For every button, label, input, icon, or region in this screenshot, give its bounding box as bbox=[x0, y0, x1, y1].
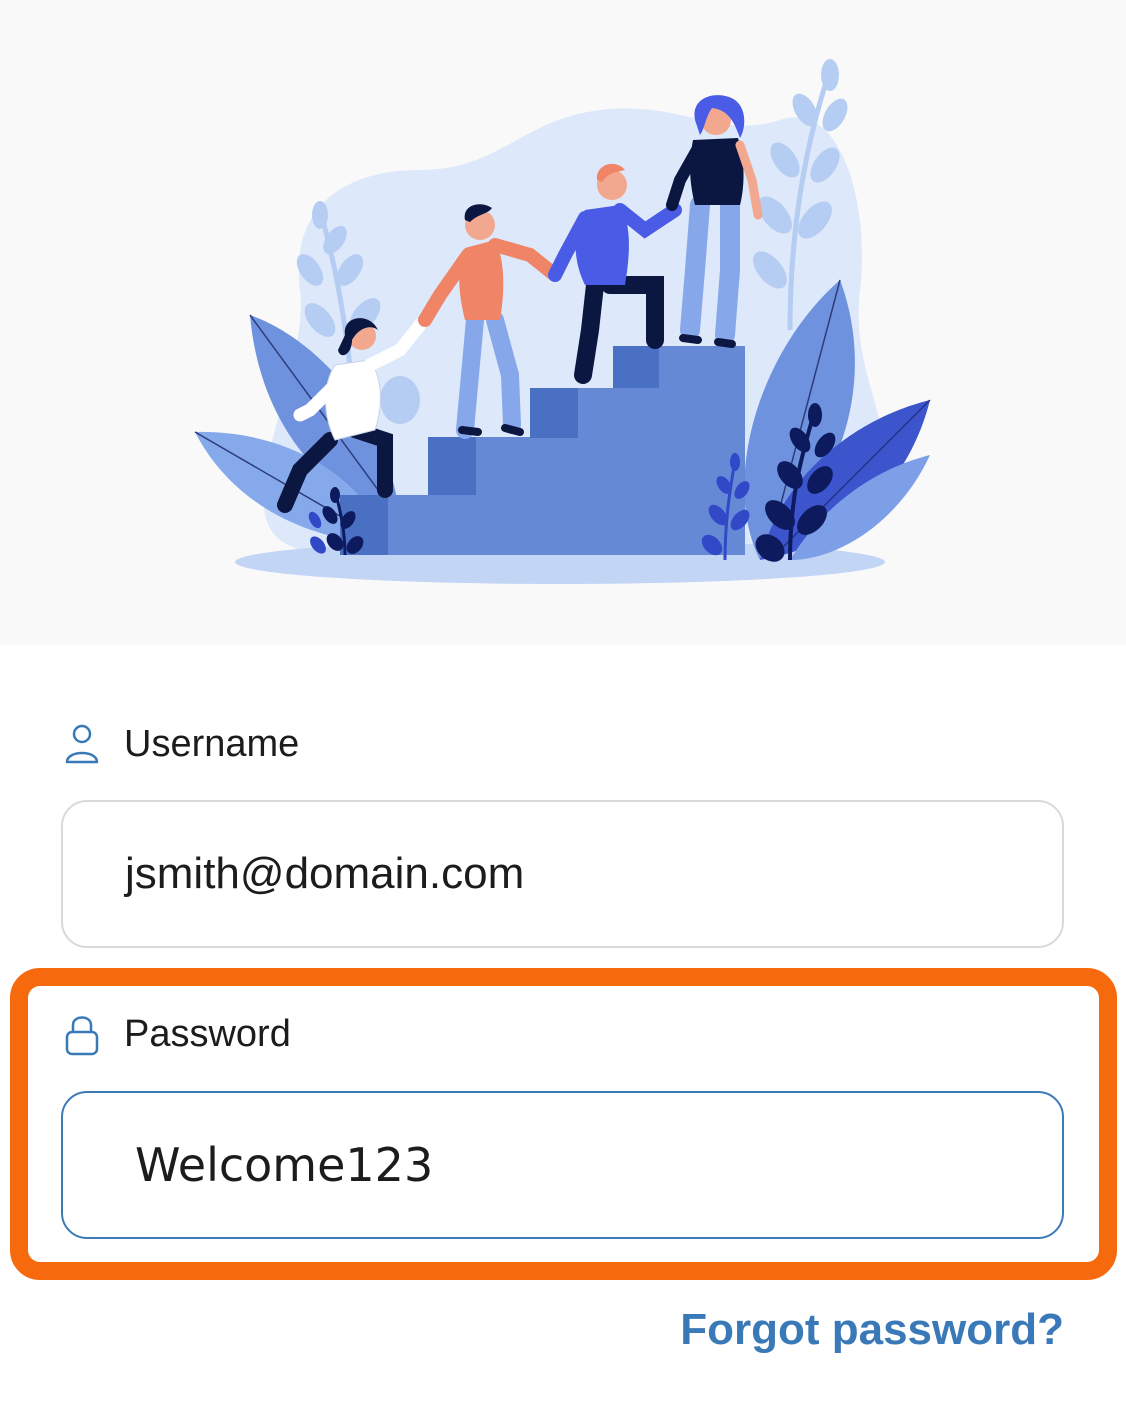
username-label: Username bbox=[124, 722, 300, 765]
hero-illustration bbox=[0, 0, 1126, 645]
username-input[interactable]: jsmith@domain.com bbox=[61, 800, 1064, 948]
username-value: jsmith@domain.com bbox=[125, 849, 525, 898]
forgot-password-link[interactable]: Forgot password? bbox=[680, 1300, 1064, 1360]
username-label-row: Username bbox=[64, 720, 299, 768]
password-highlight-box bbox=[10, 968, 1117, 1280]
user-icon bbox=[64, 720, 104, 768]
teamwork-stairs-illustration bbox=[194, 59, 931, 584]
